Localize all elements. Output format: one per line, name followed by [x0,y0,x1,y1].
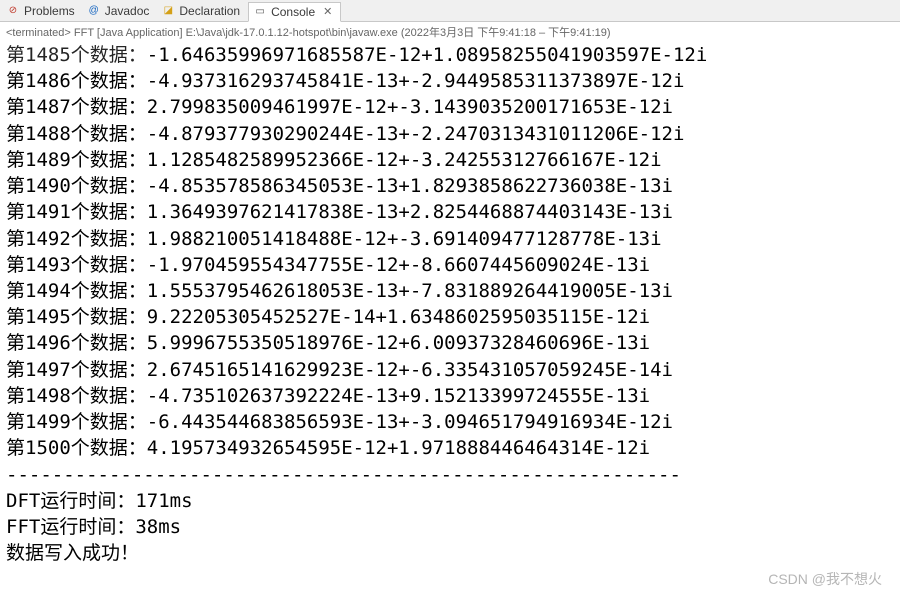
output-line: 第1497个数据：2.6745165141629923E-12+-6.33543… [6,357,894,383]
line-index: 第1495个数据： [6,306,147,328]
tab-declaration-label: Declaration [179,4,240,18]
output-line: 第1500个数据：4.195734932654595E-12+1.9718884… [6,435,894,461]
line-index: 第1497个数据： [6,359,147,381]
tab-console-label: Console [271,5,315,19]
output-line: 第1489个数据：1.1285482589952366E-12+-3.24255… [6,147,894,173]
tab-console[interactable]: ▭ Console ✕ [248,2,341,22]
line-value: 1.3649397621417838E-13+2.825446887440314… [147,201,673,223]
line-index: 第1487个数据： [6,96,147,118]
line-value: 4.195734932654595E-12+1.971888446464314E… [147,437,650,459]
line-index: 第1488个数据： [6,123,147,145]
output-line: 第1487个数据：2.799835009461997E-12+-3.143903… [6,94,894,120]
line-index: 第1499个数据： [6,411,147,433]
line-value: -6.443544683856593E-13+-3.09465179491693… [147,411,673,433]
tab-javadoc-label: Javadoc [105,4,150,18]
status-app: FFT [Java Application] [74,27,183,39]
output-line: 第1493个数据：-1.970459554347755E-12+-8.66074… [6,252,894,278]
line-index: 第1490个数据： [6,175,147,197]
output-line: 第1496个数据：5.9996755350518976E-12+6.009373… [6,330,894,356]
line-value: 1.988210051418488E-12+-3.691409477128778… [147,228,662,250]
line-value: -1.970459554347755E-12+-8.6607445609024E… [147,254,650,276]
line-value: 5.9996755350518976E-12+6.00937328460696E… [147,332,650,354]
close-icon[interactable]: ✕ [323,5,332,18]
line-value: -4.853578586345053E-13+1.829385862273603… [147,175,673,197]
output-line: 第1492个数据：1.988210051418488E-12+-3.691409… [6,226,894,252]
tab-problems-label: Problems [24,4,75,18]
line-value: -1.64635996971685587E-12+1.0895825504190… [147,44,708,66]
line-value: -4.937316293745841E-13+-2.94495853113738… [147,70,685,92]
line-value: -4.879377930290244E-13+-2.24703134310112… [147,123,685,145]
status-time: (2022年3月3日 下午9:41:18 – 下午9:41:19) [401,27,611,39]
line-index: 第1493个数据： [6,254,147,276]
done-message: 数据写入成功！ [6,540,894,566]
line-index: 第1485个数据： [6,44,147,66]
divider-line: ----------------------------------------… [6,462,894,488]
output-line: 第1485个数据：-1.64635996971685587E-12+1.0895… [6,42,894,68]
output-line: 第1490个数据：-4.853578586345053E-13+1.829385… [6,173,894,199]
output-line: 第1495个数据：9.22205305452527E-14+1.63486025… [6,304,894,330]
fft-time: FFT运行时间：38ms [6,514,894,540]
line-value: 2.799835009461997E-12+-3.143903520017165… [147,96,673,118]
output-line: 第1499个数据：-6.443544683856593E-13+-3.09465… [6,409,894,435]
line-index: 第1500个数据： [6,437,147,459]
line-index: 第1486个数据： [6,70,147,92]
line-index: 第1498个数据： [6,385,147,407]
output-line: 第1494个数据：1.5553795462618053E-13+-7.83188… [6,278,894,304]
line-value: 9.22205305452527E-14+1.6348602595035115E… [147,306,650,328]
views-tab-bar: ⊘ Problems @ Javadoc ◪ Declaration ▭ Con… [0,0,900,22]
line-index: 第1489个数据： [6,149,147,171]
line-index: 第1491个数据： [6,201,147,223]
output-line: 第1486个数据：-4.937316293745841E-13+-2.94495… [6,68,894,94]
tab-problems[interactable]: ⊘ Problems [2,1,83,21]
problems-icon: ⊘ [6,4,20,18]
output-line: 第1488个数据：-4.879377930290244E-13+-2.24703… [6,121,894,147]
dft-time: DFT运行时间：171ms [6,488,894,514]
declaration-icon: ◪ [161,4,175,18]
line-value: 2.6745165141629923E-12+-6.33543105705924… [147,359,673,381]
javadoc-icon: @ [87,4,101,18]
line-index: 第1492个数据： [6,228,147,250]
launch-status: <terminated> FFT [Java Application] E:\J… [0,22,900,42]
output-line: 第1491个数据：1.3649397621417838E-13+2.825446… [6,199,894,225]
line-index: 第1496个数据： [6,332,147,354]
status-terminated: <terminated> [6,27,71,39]
status-path: E:\Java\jdk-17.0.1.12-hotspot\bin\javaw.… [186,27,398,39]
console-output[interactable]: 第1485个数据：-1.64635996971685587E-12+1.0895… [0,42,900,572]
line-value: 1.5553795462618053E-13+-7.83188926441900… [147,280,673,302]
console-icon: ▭ [253,5,267,19]
tab-javadoc[interactable]: @ Javadoc [83,1,158,21]
line-value: 1.1285482589952366E-12+-3.24255312766167… [147,149,662,171]
output-line: 第1498个数据：-4.735102637392224E-13+9.152133… [6,383,894,409]
tab-declaration[interactable]: ◪ Declaration [157,1,248,21]
line-index: 第1494个数据： [6,280,147,302]
line-value: -4.735102637392224E-13+9.15213399724555E… [147,385,650,407]
